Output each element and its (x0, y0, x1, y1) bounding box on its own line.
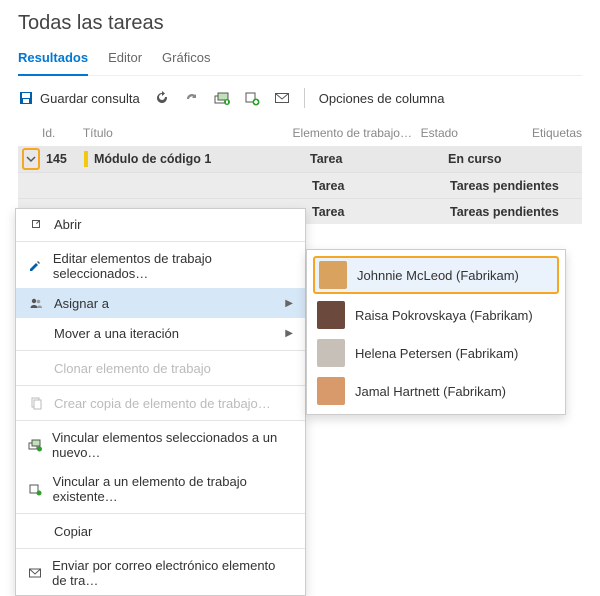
menu-edit-label: Editar elementos de trabajo seleccionado… (53, 251, 293, 281)
person-name: Helena Petersen (Fabrikam) (355, 346, 518, 361)
table-row[interactable]: Tarea Tareas pendientes (18, 172, 582, 198)
avatar (317, 377, 345, 405)
toolbar-separator (304, 88, 305, 108)
redo-icon[interactable] (184, 90, 200, 106)
cell-type: Tarea (312, 179, 450, 193)
person-name: Johnnie McLeod (Fabrikam) (357, 268, 519, 283)
menu-email[interactable]: Enviar por correo electrónico elemento d… (16, 551, 305, 595)
link-new-icon (28, 437, 42, 453)
blank-icon (28, 325, 44, 341)
menu-edit-selected[interactable]: Editar elementos de trabajo seleccionado… (16, 244, 305, 288)
menu-copy[interactable]: Copiar (16, 516, 305, 546)
menu-assign-label: Asignar a (54, 296, 109, 311)
people-icon (28, 295, 44, 311)
cell-type: Tarea (312, 205, 450, 219)
menu-move-label: Mover a una iteración (54, 326, 179, 341)
menu-create-copy-label: Crear copia de elemento de trabajo… (54, 396, 271, 411)
col-type[interactable]: Elemento de trabajo… (293, 126, 421, 140)
save-query-label: Guardar consulta (40, 91, 140, 106)
save-icon (18, 90, 34, 106)
chevron-right-icon: ▶ (285, 298, 293, 309)
row-dropdown-trigger[interactable] (22, 148, 40, 170)
person-option[interactable]: Raisa Pokrovskaya (Fabrikam) (307, 296, 565, 334)
menu-open[interactable]: Abrir (16, 209, 305, 239)
chevron-down-icon (26, 154, 36, 164)
link-add-icon[interactable] (244, 90, 260, 106)
table-row[interactable]: 145 Módulo de código 1 Tarea En curso (18, 146, 582, 172)
person-name: Raisa Pokrovskaya (Fabrikam) (355, 308, 533, 323)
save-query-button[interactable]: Guardar consulta (18, 90, 140, 106)
cell-state: En curso (448, 152, 568, 166)
type-color-bar (84, 151, 88, 167)
pencil-icon (28, 258, 43, 274)
link-existing-icon (28, 481, 43, 497)
menu-move-iteration[interactable]: Mover a una iteración ▶ (16, 318, 305, 348)
blank-icon (28, 523, 44, 539)
menu-link-new[interactable]: Vincular elementos seleccionados a un nu… (16, 423, 305, 467)
chevron-right-icon: ▶ (285, 328, 293, 339)
cell-state: Tareas pendientes (450, 179, 570, 193)
toolbar: Guardar consulta Opciones de columna (18, 80, 582, 122)
column-options-label: Opciones de columna (319, 91, 445, 106)
copy-doc-icon (28, 395, 44, 411)
menu-link-existing-label: Vincular a un elemento de trabajo existe… (53, 474, 293, 504)
col-id[interactable]: Id. (42, 126, 83, 140)
person-option[interactable]: Helena Petersen (Fabrikam) (307, 334, 565, 372)
menu-copy-label: Copiar (54, 524, 92, 539)
col-tags[interactable]: Etiquetas (532, 126, 582, 140)
person-option[interactable]: Jamal Hartnett (Fabrikam) (307, 372, 565, 410)
menu-link-existing[interactable]: Vincular a un elemento de trabajo existe… (16, 467, 305, 511)
assign-to-submenu: Johnnie McLeod (Fabrikam) Raisa Pokrovsk… (306, 249, 566, 415)
menu-link-new-label: Vincular elementos seleccionados a un nu… (52, 430, 293, 460)
context-menu: Abrir Editar elementos de trabajo selecc… (15, 208, 306, 596)
menu-clone: Clonar elemento de trabajo (16, 353, 305, 383)
mail-icon[interactable] (274, 90, 290, 106)
person-name: Jamal Hartnett (Fabrikam) (355, 384, 506, 399)
tabs: Resultados Editor Gráficos (18, 45, 582, 76)
mail-icon (28, 565, 42, 581)
cell-id: 145 (40, 152, 84, 166)
menu-email-label: Enviar por correo electrónico elemento d… (52, 558, 293, 588)
cell-title: Módulo de código 1 (84, 151, 310, 167)
column-headers: Id. Título Elemento de trabajo… Estado E… (18, 122, 582, 146)
open-icon (28, 216, 44, 232)
col-state[interactable]: Estado (421, 126, 532, 140)
cell-state: Tareas pendientes (450, 205, 570, 219)
refresh-icon[interactable] (154, 90, 170, 106)
person-option[interactable]: Johnnie McLeod (Fabrikam) (313, 256, 559, 294)
avatar (317, 301, 345, 329)
tab-results[interactable]: Resultados (18, 45, 88, 76)
tab-charts[interactable]: Gráficos (162, 45, 210, 75)
tab-editor[interactable]: Editor (108, 45, 142, 75)
cell-type: Tarea (310, 152, 448, 166)
menu-clone-label: Clonar elemento de trabajo (54, 361, 211, 376)
col-title[interactable]: Título (83, 126, 293, 140)
column-options-button[interactable]: Opciones de columna (319, 91, 445, 106)
blank-icon (28, 360, 44, 376)
menu-assign-to[interactable]: Asignar a ▶ (16, 288, 305, 318)
avatar (317, 339, 345, 367)
avatar (319, 261, 347, 289)
link-new-icon[interactable] (214, 90, 230, 106)
menu-create-copy: Crear copia de elemento de trabajo… (16, 388, 305, 418)
page-title: Todas las tareas (18, 12, 582, 35)
menu-open-label: Abrir (54, 217, 81, 232)
